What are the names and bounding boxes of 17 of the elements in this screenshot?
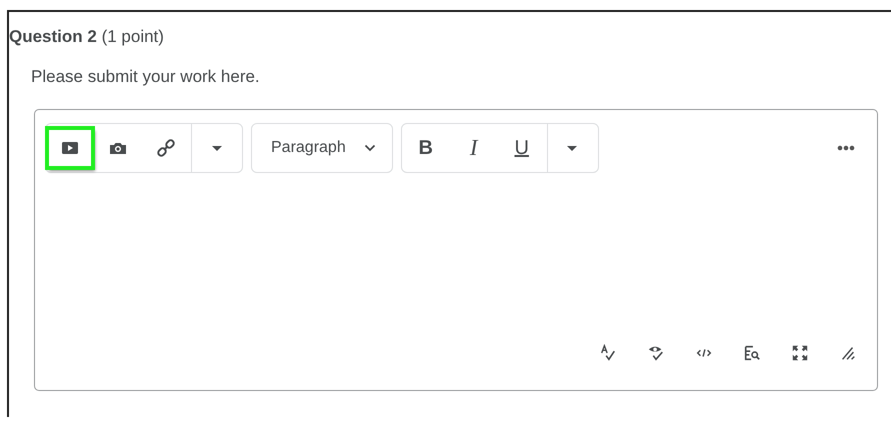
underline-button[interactable]: U: [498, 128, 545, 168]
question-heading: Question 2 (1 point): [9, 26, 165, 48]
eye-check-icon: [647, 344, 665, 362]
more-icon: [837, 145, 855, 151]
rich-text-editor[interactable]: Paragraph B I U: [34, 109, 878, 391]
question-prompt: Please submit your work here.: [31, 66, 261, 88]
bold-button[interactable]: B: [402, 128, 449, 168]
caret-icon: [210, 144, 222, 152]
block-format-dropdown[interactable]: Paragraph: [252, 125, 392, 171]
video-button[interactable]: [47, 128, 93, 168]
fullscreen-icon: [791, 344, 809, 362]
caret-icon: [566, 144, 578, 152]
link-icon: [156, 138, 176, 158]
preview-icon: [743, 344, 761, 362]
spellcheck-icon: [599, 344, 617, 362]
italic-button[interactable]: I: [450, 128, 497, 168]
chevron-icon: [364, 144, 376, 152]
